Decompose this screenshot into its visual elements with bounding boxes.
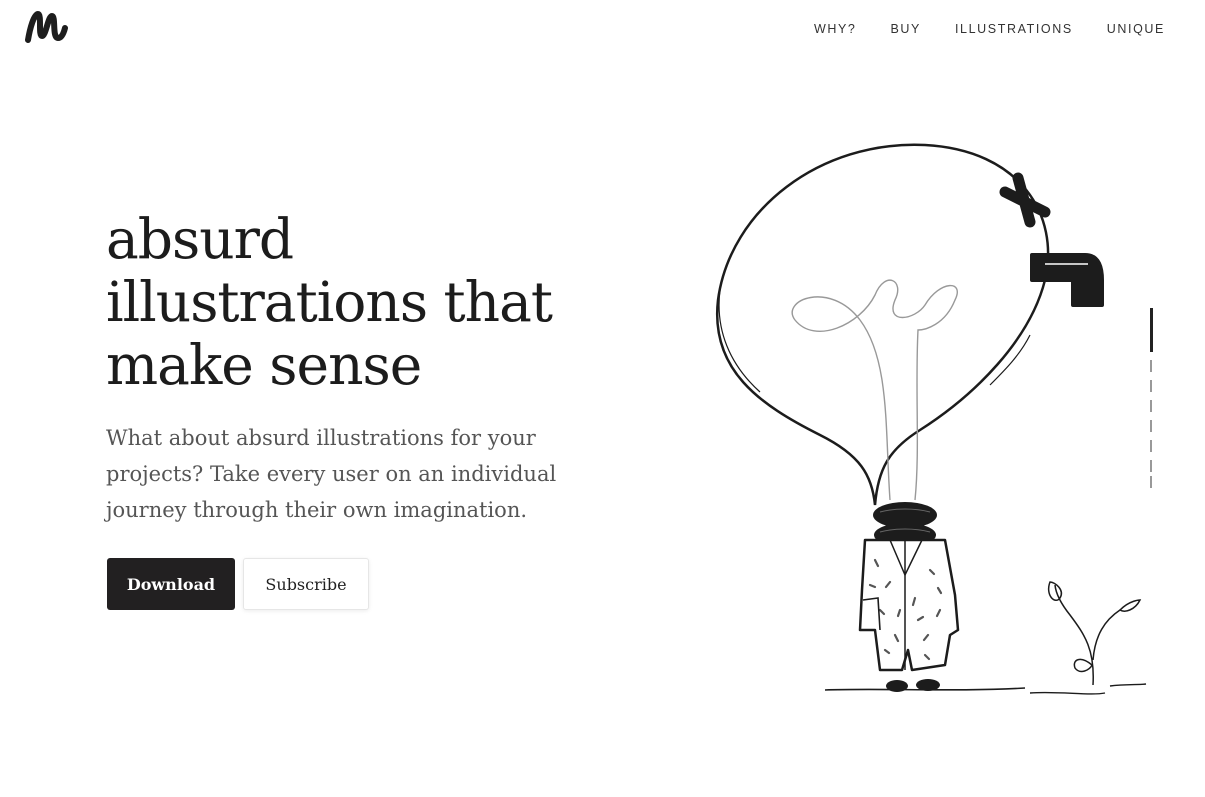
nav-item-illustrations[interactable]: ILLUSTRATIONS: [955, 22, 1073, 36]
slide-indicator[interactable]: [1148, 308, 1154, 488]
nav-item-buy[interactable]: BUY: [890, 22, 921, 36]
slide-indicator-active: [1150, 308, 1153, 352]
faucet-handle-icon: [999, 172, 1051, 228]
subscribe-button[interactable]: Subscribe: [243, 558, 369, 610]
lightbulb-person-illustration: [715, 143, 1147, 695]
nav-item-why[interactable]: WHY?: [814, 22, 857, 36]
logo-icon[interactable]: [24, 6, 68, 46]
download-button[interactable]: Download: [107, 558, 235, 610]
landing-page: WHY? BUY ILLUSTRATIONS UNIQUE absurd ill…: [0, 0, 1205, 797]
hero-description: What about absurd illustrations for your…: [106, 426, 557, 522]
main-nav: WHY? BUY ILLUSTRATIONS UNIQUE: [814, 22, 1165, 36]
nav-item-unique[interactable]: UNIQUE: [1107, 22, 1165, 36]
plant-icon: [1048, 581, 1142, 686]
hero-title: absurd illustrations that make sense: [106, 207, 553, 397]
